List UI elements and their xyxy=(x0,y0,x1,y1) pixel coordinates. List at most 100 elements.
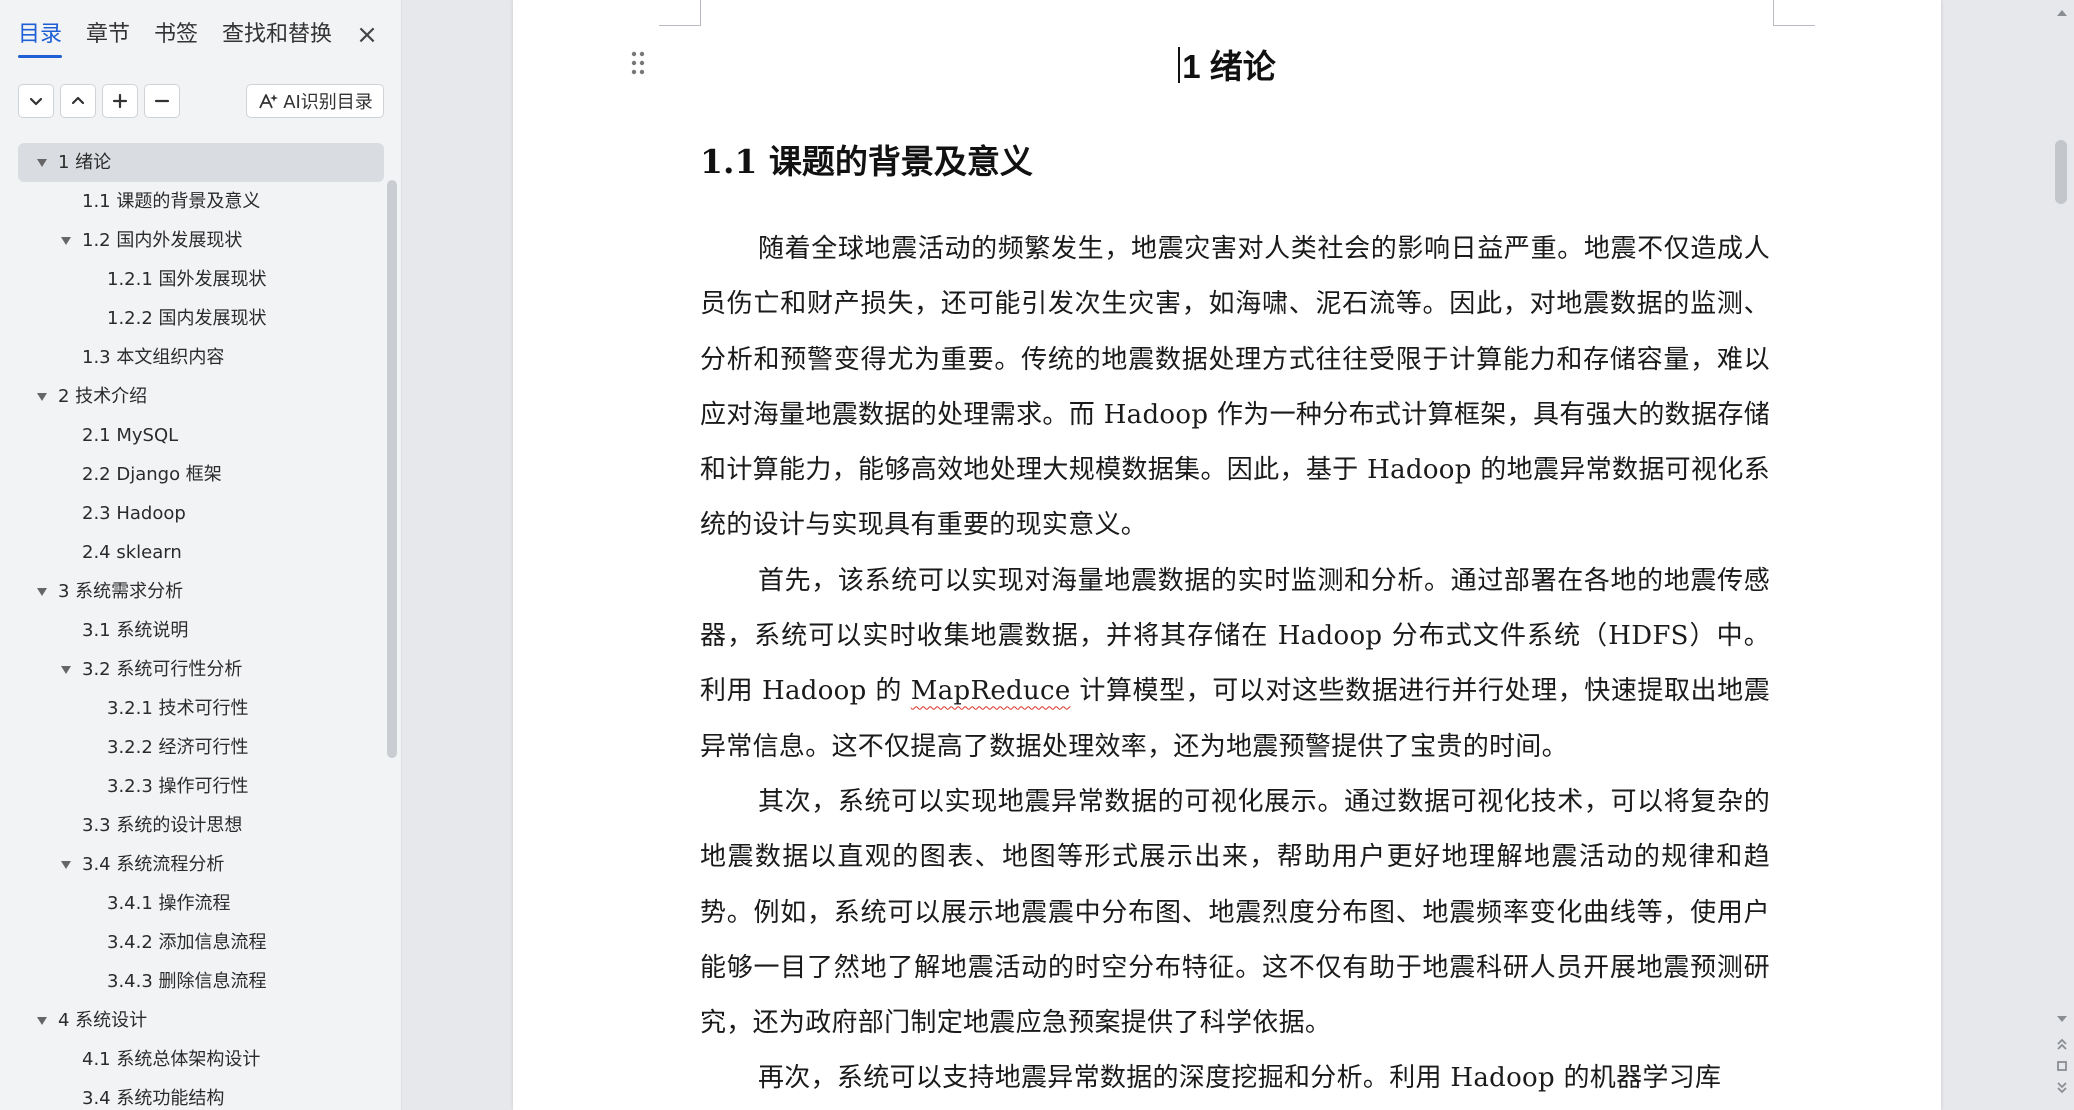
select-browse-object-icon xyxy=(2057,1061,2067,1071)
navigation-pane: 目录 章节 书签 查找和替换 × AI识别目录 1 绪论 1.1 课题的背景及意义… xyxy=(0,0,402,1110)
caret-down-icon xyxy=(61,665,71,674)
toc-item[interactable]: 3.4.3 删除信息流程 xyxy=(18,962,384,1001)
toc-item-label: 4.1 系统总体架构设计 xyxy=(82,1049,261,1070)
toc-item-label: 3.2.3 操作可行性 xyxy=(107,776,249,797)
chevron-down-icon xyxy=(29,97,43,106)
expand-toggle[interactable] xyxy=(58,221,74,260)
ai-button-label: AI识别目录 xyxy=(283,92,373,113)
margin-corner-left xyxy=(659,0,701,26)
toc-item-label: 3.2 系统可行性分析 xyxy=(82,659,243,680)
select-browse-object-button[interactable] xyxy=(2054,1058,2070,1074)
toc-item[interactable]: 3.3 系统的设计思想 xyxy=(18,806,384,845)
sidebar-tabs: 目录 章节 书签 查找和替换 xyxy=(18,18,356,58)
toc-item-label: 3.4.1 操作流程 xyxy=(107,893,231,914)
section-heading[interactable]: 1.1 课题的背景及意义 xyxy=(700,135,1033,183)
caret-down-icon xyxy=(37,158,47,167)
toc-item[interactable]: 2.4 sklearn xyxy=(18,533,384,572)
toc-item-label: 4 系统设计 xyxy=(58,1010,148,1031)
toc-item[interactable]: 2 技术介绍 xyxy=(18,377,384,416)
toc-item-label: 1 绪论 xyxy=(58,152,112,173)
spellcheck-flagged-word[interactable]: MapReduce xyxy=(911,676,1071,706)
toc-item[interactable]: 3.4.1 操作流程 xyxy=(18,884,384,923)
sidebar-scrollbar-thumb[interactable] xyxy=(387,180,397,758)
toc-item[interactable]: 3.4 系统功能结构 xyxy=(18,1079,384,1110)
caret-down-icon xyxy=(61,860,71,869)
tab-toc[interactable]: 目录 xyxy=(18,18,63,58)
toc-item[interactable]: 3 系统需求分析 xyxy=(18,572,384,611)
toc-item-label: 3.1 系统说明 xyxy=(82,620,189,641)
toc-item[interactable]: 3.2.2 经济可行性 xyxy=(18,728,384,767)
remove-heading-button[interactable] xyxy=(144,84,180,118)
toc-item-label: 2.4 sklearn xyxy=(82,542,182,563)
scroll-down-arrow-icon[interactable] xyxy=(2056,1014,2068,1024)
paragraph[interactable]: 随着全球地震活动的频繁发生，地震灾害对人类社会的影响日益严重。地震不仅造成人员伤… xyxy=(700,222,1770,554)
text-cursor xyxy=(1178,47,1181,83)
toc-item[interactable]: 3.1 系统说明 xyxy=(18,611,384,650)
toc-item[interactable]: 1.2.1 国外发展现状 xyxy=(18,260,384,299)
caret-down-icon xyxy=(61,236,71,245)
expand-toggle[interactable] xyxy=(58,845,74,884)
toc-item-label: 2.2 Django 框架 xyxy=(82,464,222,485)
caret-down-icon xyxy=(37,392,47,401)
toc-item[interactable]: 2.2 Django 框架 xyxy=(18,455,384,494)
toc-item-label: 2 技术介绍 xyxy=(58,386,148,407)
toc-item-label: 1.3 本文组织内容 xyxy=(82,347,225,368)
close-icon: × xyxy=(356,20,378,50)
body-text[interactable]: 随着全球地震活动的频繁发生，地震灾害对人类社会的影响日益严重。地震不仅造成人员伤… xyxy=(700,222,1770,1107)
toc-item-label: 3.3 系统的设计思想 xyxy=(82,815,243,836)
expand-toggle[interactable] xyxy=(34,1001,50,1040)
toc-item[interactable]: 4 系统设计 xyxy=(18,1001,384,1040)
caret-down-icon xyxy=(37,1016,47,1025)
document-page[interactable]: 1 绪论 1.1 课题的背景及意义 随着全球地震活动的频繁发生，地震灾害对人类社… xyxy=(513,0,1941,1110)
toc-item-label: 3 系统需求分析 xyxy=(58,581,184,602)
expand-toggle[interactable] xyxy=(34,143,50,182)
toc-item[interactable]: 1.1 课题的背景及意义 xyxy=(18,182,384,221)
paragraph[interactable]: 其次，系统可以实现地震异常数据的可视化展示。通过数据可视化技术，可以将复杂的地震… xyxy=(700,775,1770,1051)
toc-item[interactable]: 1.2.2 国内发展现状 xyxy=(18,299,384,338)
next-page-button[interactable] xyxy=(2054,1080,2070,1096)
toc-item[interactable]: 3.2.1 技术可行性 xyxy=(18,689,384,728)
toc-item-label: 3.2.2 经济可行性 xyxy=(107,737,249,758)
tab-sections[interactable]: 章节 xyxy=(86,18,130,58)
toc-item-label: 3.4.2 添加信息流程 xyxy=(107,932,267,953)
toc-item-label: 1.2 国内外发展现状 xyxy=(82,230,243,251)
caret-down-icon xyxy=(37,587,47,596)
toc-item-label: 1.2.1 国外发展现状 xyxy=(107,269,267,290)
collapse-level-button[interactable] xyxy=(18,84,54,118)
next-page-icon xyxy=(2057,1082,2067,1094)
expand-toggle[interactable] xyxy=(34,377,50,416)
previous-page-button[interactable] xyxy=(2054,1036,2070,1052)
promote-level-button[interactable] xyxy=(60,84,96,118)
chapter-heading[interactable]: 1 绪论 xyxy=(513,40,1941,88)
vertical-scrollbar[interactable] xyxy=(2050,0,2074,1110)
close-pane-button[interactable]: × xyxy=(352,20,382,50)
toc-item[interactable]: 1 绪论 xyxy=(18,143,384,182)
toc-item[interactable]: 3.4.2 添加信息流程 xyxy=(18,923,384,962)
paragraph-text: 随着全球地震活动的频繁发生，地震灾害对人类社会的影响日益严重。地震不仅造成人员伤… xyxy=(700,234,1770,541)
chapter-heading-text: 1 绪论 xyxy=(1182,48,1276,85)
paragraph[interactable]: 首先，该系统可以实现对海量地震数据的实时监测和分析。通过部署在各地的地震传感器，… xyxy=(700,554,1770,775)
scroll-up-arrow-icon[interactable] xyxy=(2056,8,2068,18)
toc-item[interactable]: 3.4 系统流程分析 xyxy=(18,845,384,884)
toc-item-label: 1.1 课题的背景及意义 xyxy=(82,191,261,212)
tab-bookmarks[interactable]: 书签 xyxy=(154,18,198,58)
toc-item[interactable]: 2.1 MySQL xyxy=(18,416,384,455)
tab-find-replace[interactable]: 查找和替换 xyxy=(222,18,332,58)
toc-item[interactable]: 2.3 Hadoop xyxy=(18,494,384,533)
expand-toggle[interactable] xyxy=(34,572,50,611)
paragraph[interactable]: 再次，系统可以支持地震异常数据的深度挖掘和分析。利用 Hadoop 的机器学习库 xyxy=(700,1051,1770,1106)
scrollbar-thumb[interactable] xyxy=(2055,140,2067,204)
previous-page-icon xyxy=(2057,1038,2067,1050)
toc-item-label: 2.1 MySQL xyxy=(82,425,179,446)
plus-icon xyxy=(112,93,128,109)
toc-item[interactable]: 1.2 国内外发展现状 xyxy=(18,221,384,260)
toc-item[interactable]: 1.3 本文组织内容 xyxy=(18,338,384,377)
chevron-up-icon xyxy=(71,96,85,105)
add-heading-button[interactable] xyxy=(102,84,138,118)
toc-item[interactable]: 3.2 系统可行性分析 xyxy=(18,650,384,689)
toc-tree: 1 绪论 1.1 课题的背景及意义 1.2 国内外发展现状 1.2.1 国外发展现状 1… xyxy=(18,143,384,1110)
expand-toggle[interactable] xyxy=(58,650,74,689)
ai-recognize-toc-button[interactable]: AI识别目录 xyxy=(246,84,384,118)
toc-item[interactable]: 3.2.3 操作可行性 xyxy=(18,767,384,806)
toc-item[interactable]: 4.1 系统总体架构设计 xyxy=(18,1040,384,1079)
